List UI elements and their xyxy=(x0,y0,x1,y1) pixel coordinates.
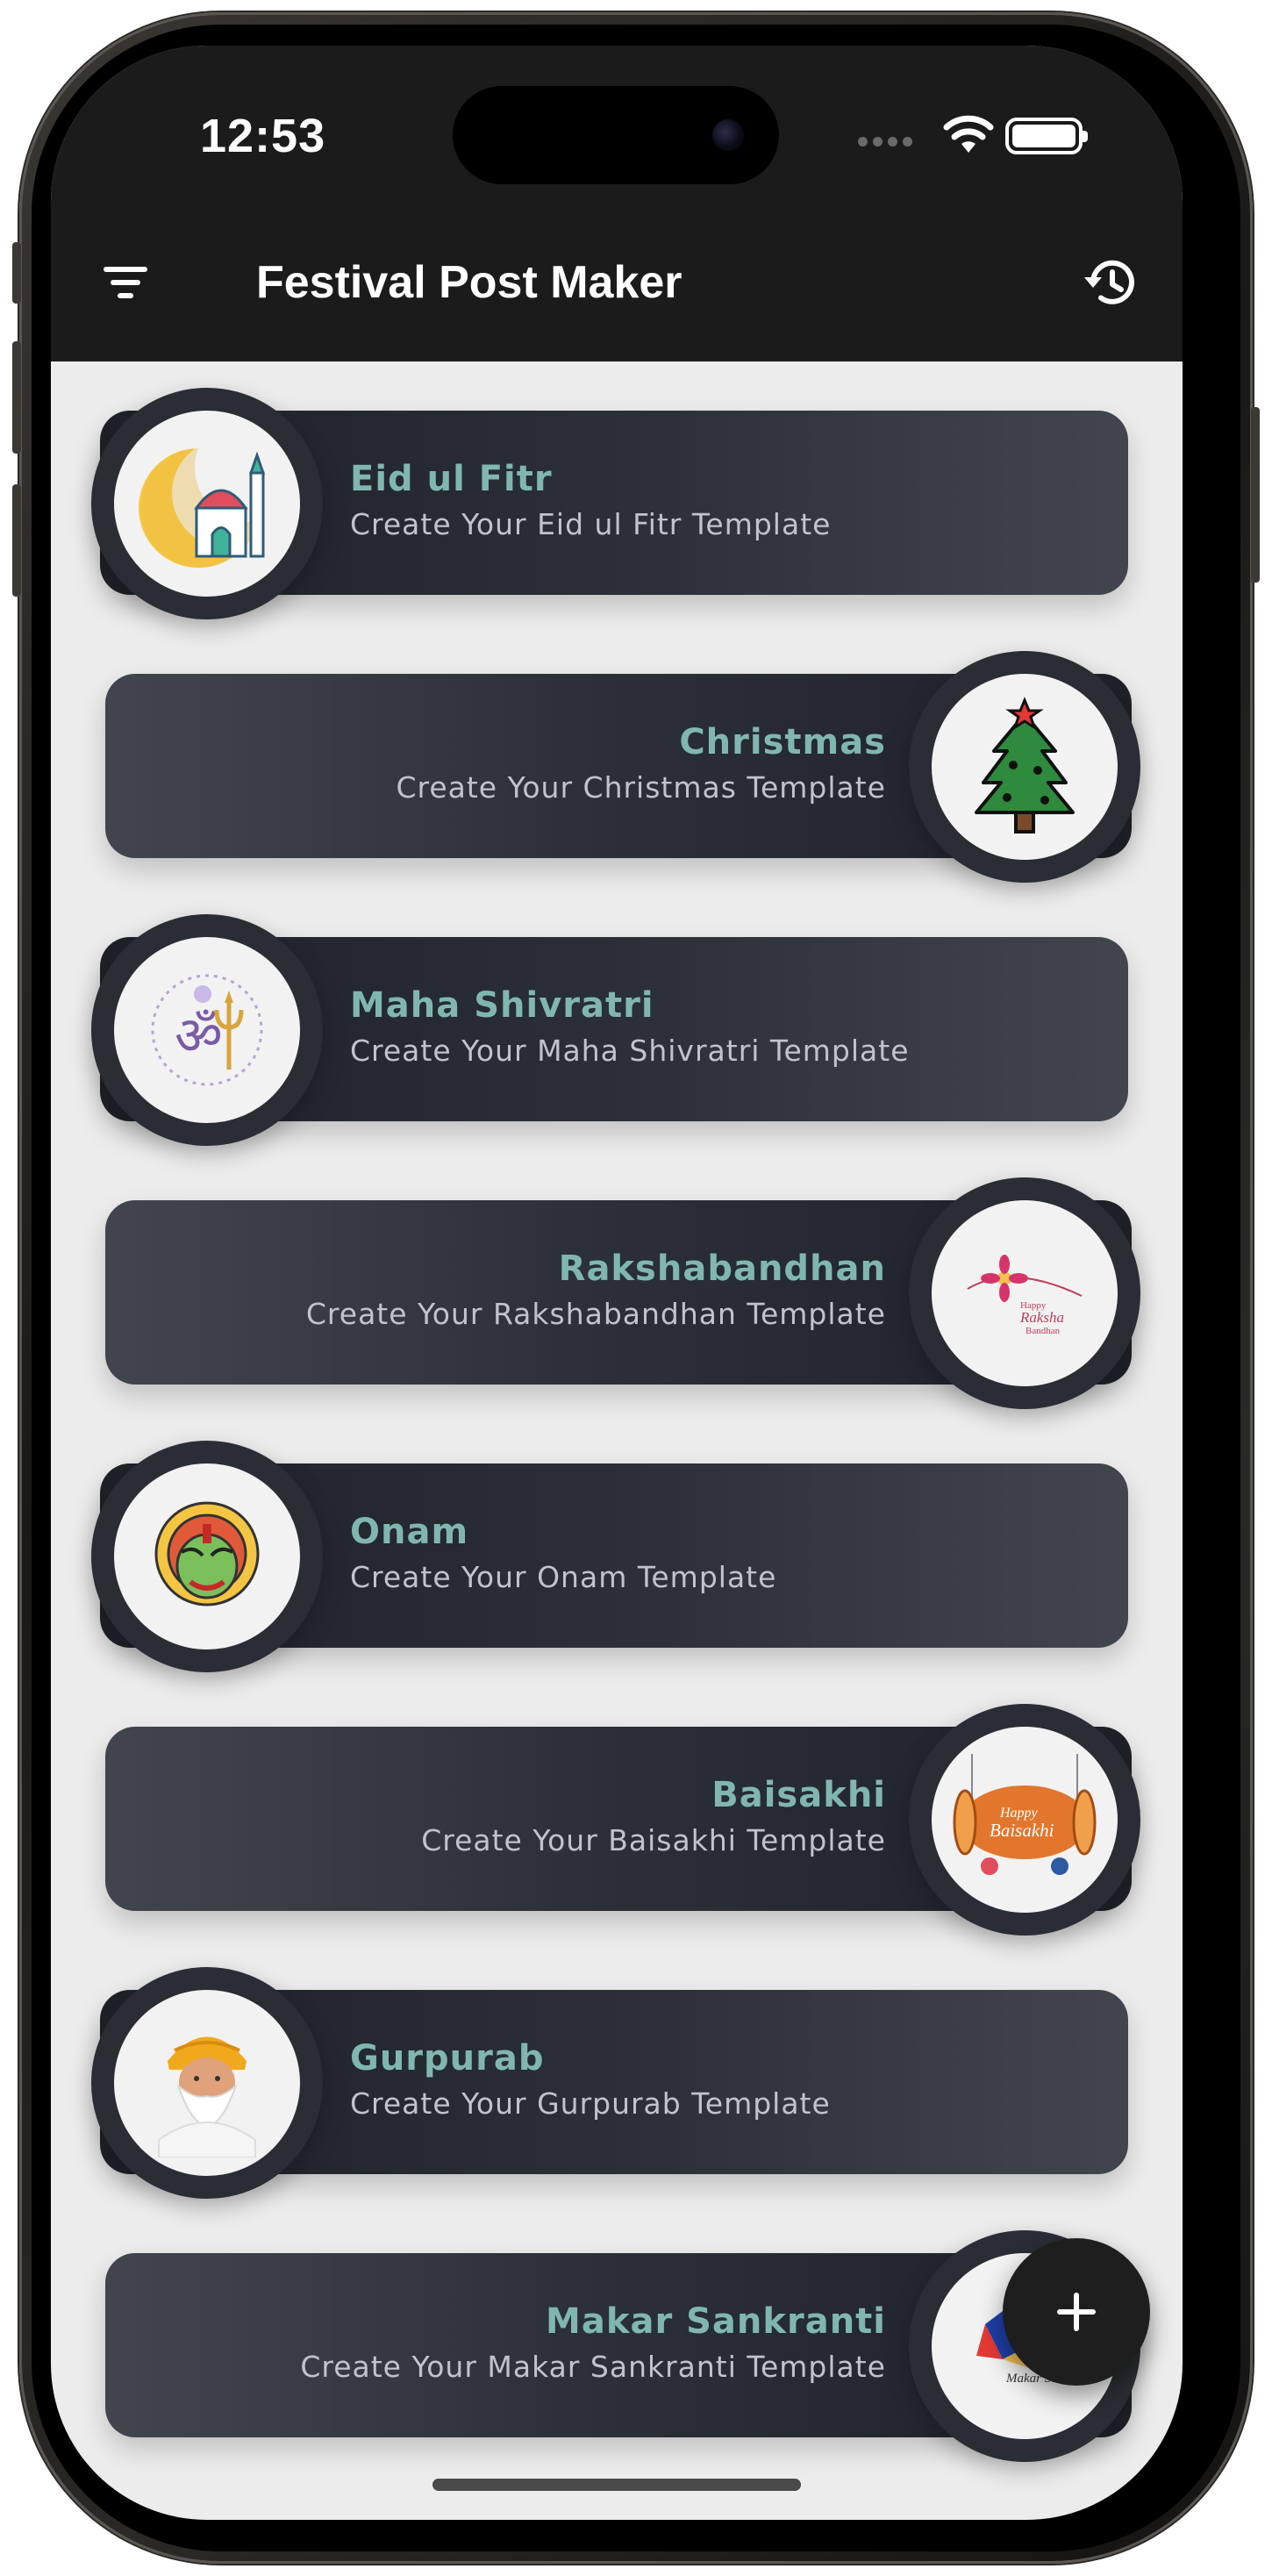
top-bar: 12:53 Festival Post Maker xyxy=(51,46,1183,361)
festival-title: Maha Shivratri xyxy=(350,985,654,1026)
page-title: Festival Post Maker xyxy=(256,257,682,308)
festival-badge xyxy=(909,651,1140,883)
festival-subtitle: Create Your Eid ul Fitr Template xyxy=(350,507,832,541)
festival-badge: ॐ xyxy=(91,914,323,1146)
festival-title: Baisakhi xyxy=(711,1775,886,1815)
festival-card-gurpurab[interactable]: Gurpurab Create Your Gurpurab Template xyxy=(91,1967,1128,2199)
festival-badge xyxy=(91,1441,323,1672)
festival-subtitle: Create Your Onam Template xyxy=(350,1560,777,1594)
christmas-tree-icon xyxy=(975,697,1075,834)
add-button[interactable] xyxy=(1003,2238,1150,2386)
svg-text:Bandhan: Bandhan xyxy=(1025,1326,1061,1336)
festival-subtitle: Create Your Maha Shivratri Template xyxy=(350,1034,910,1068)
festival-badge xyxy=(91,1967,323,2199)
cellular-signal-icon xyxy=(858,133,918,150)
sikh-elder-icon xyxy=(158,2036,256,2157)
festival-badge: Happy Baisakhi xyxy=(909,1704,1140,1936)
filter-menu-button[interactable] xyxy=(95,256,156,309)
festival-card-makar-sankranti[interactable]: Makar Sankranti Makar Sankranti Create Y… xyxy=(105,2230,1140,2462)
wifi-icon xyxy=(943,115,994,153)
festival-badge xyxy=(91,388,323,619)
festival-card-baisakhi[interactable]: Happy Baisakhi Baisakhi Create Your Bais… xyxy=(105,1704,1140,1936)
festival-subtitle: Create Your Makar Sankranti Template xyxy=(300,2350,886,2384)
baisakhi-drum-icon: Happy Baisakhi xyxy=(953,1754,1097,1875)
festival-title: Eid ul Fitr xyxy=(350,459,553,499)
festival-subtitle: Create Your Rakshabandhan Template xyxy=(305,1297,886,1331)
festival-card-rakshabandhan[interactable]: Happy Raksha Bandhan Rakshabandhan Creat… xyxy=(105,1177,1140,1409)
festival-subtitle: Create Your Gurpurab Template xyxy=(350,2086,831,2121)
volume-up-button xyxy=(12,341,21,454)
festival-card-eid-ul-fitr[interactable]: Eid ul Fitr Create Your Eid ul Fitr Temp… xyxy=(91,388,1128,619)
svg-text:Baisakhi: Baisakhi xyxy=(990,1820,1054,1841)
rakhi-icon: Happy Raksha Bandhan xyxy=(967,1255,1083,1336)
festival-title: Makar Sankranti xyxy=(546,2301,886,2342)
action-button xyxy=(12,242,21,304)
festival-title: Gurpurab xyxy=(350,2038,545,2079)
home-indicator[interactable] xyxy=(432,2479,801,2491)
festival-subtitle: Create Your Christmas Template xyxy=(396,770,886,805)
festival-card-onam[interactable]: Onam Create Your Onam Template xyxy=(91,1441,1128,1672)
festival-badge: Happy Raksha Bandhan xyxy=(909,1177,1140,1409)
power-button xyxy=(1251,407,1260,583)
front-camera xyxy=(712,119,744,151)
history-button[interactable] xyxy=(1077,249,1144,316)
dynamic-island xyxy=(453,86,779,184)
festival-subtitle: Create Your Baisakhi Template xyxy=(421,1823,886,1857)
svg-text:Happy: Happy xyxy=(999,1806,1039,1821)
volume-down-button xyxy=(12,484,21,597)
festival-card-maha-shivratri[interactable]: ॐ Maha Shivratri Create Your Maha Shivra… xyxy=(91,914,1128,1146)
om-trident-icon: ॐ xyxy=(151,974,263,1086)
history-icon xyxy=(1084,260,1134,304)
festival-list: Eid ul Fitr Create Your Eid ul Fitr Temp… xyxy=(51,361,1183,2520)
festival-title: Christmas xyxy=(679,722,886,762)
kathakali-face-icon xyxy=(154,1501,260,1606)
festival-title: Onam xyxy=(350,1512,469,1552)
screen: 12:53 Festival Post Maker Eid ul Fitr Cr… xyxy=(51,46,1183,2520)
plus-icon xyxy=(1057,2293,1096,2331)
crescent-mosque-icon xyxy=(139,439,281,568)
svg-text:Raksha: Raksha xyxy=(1019,1309,1064,1326)
status-time: 12:53 xyxy=(200,110,326,162)
filter-icon xyxy=(104,267,147,298)
festival-card-christmas[interactable]: Christmas Create Your Christmas Template xyxy=(105,651,1140,883)
status-icons xyxy=(858,109,1088,161)
festival-title: Rakshabandhan xyxy=(558,1249,886,1289)
battery-icon xyxy=(1005,118,1088,154)
